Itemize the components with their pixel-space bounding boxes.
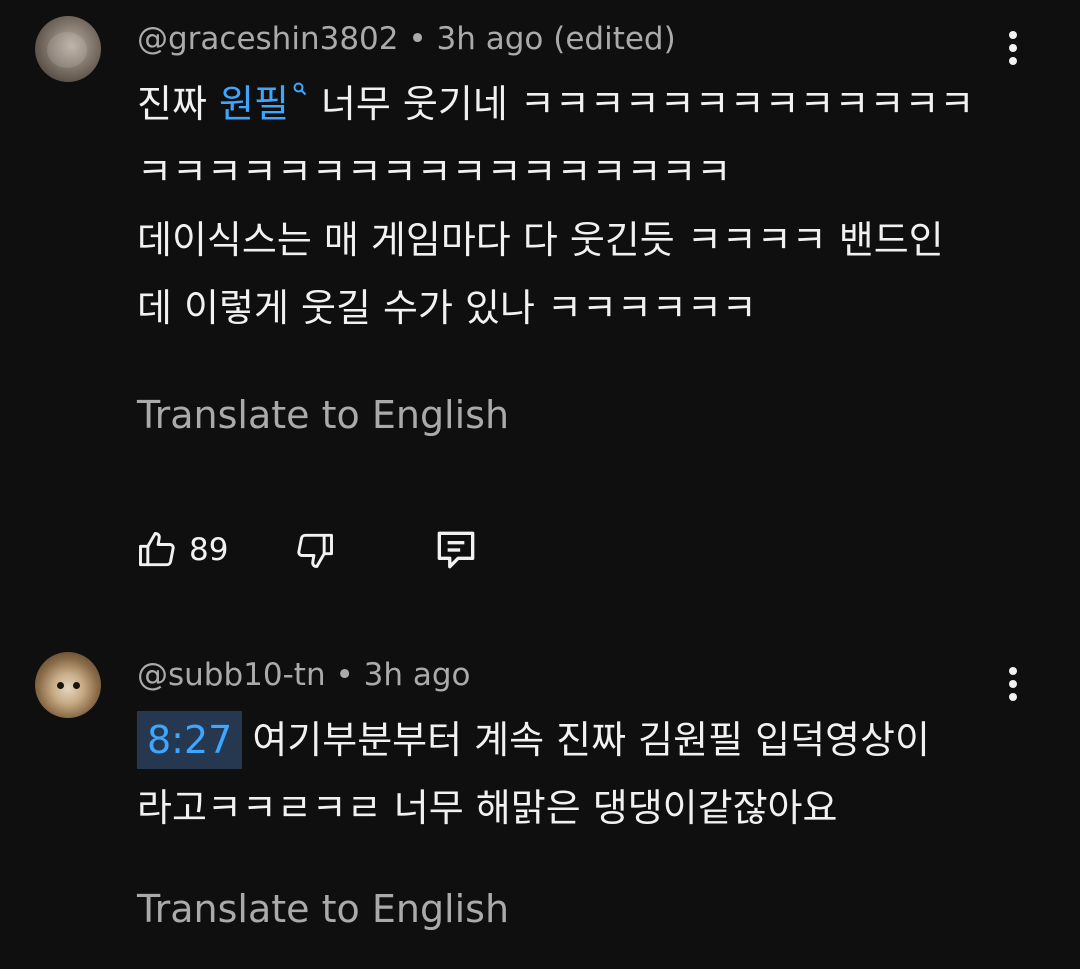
- avatar-highlight: [47, 32, 87, 68]
- comment-actions: 89: [135, 525, 535, 575]
- meta-separator: •: [335, 657, 354, 693]
- more-vertical-icon-dot: [1009, 57, 1017, 65]
- meta-separator: •: [408, 21, 427, 57]
- comment-text-segment: 여기부분부터 계속 진짜 김원필 입덕영상이: [252, 718, 930, 762]
- search-link[interactable]: 원필: [219, 82, 289, 126]
- avatar-eye: [73, 682, 80, 689]
- comment-line: 라고ㅋㅋㄹㅋㄹ 너무 해맑은 댕댕이같잖아요: [137, 786, 838, 830]
- more-vertical-icon-dot: [1009, 680, 1017, 688]
- author-name[interactable]: @graceshin3802: [137, 21, 399, 57]
- more-vertical-icon-dot: [1009, 693, 1017, 701]
- comment-line: ㅋㅋㅋㅋㅋㅋㅋㅋㅋㅋㅋㅋㅋㅋㅋㅋㅋ: [137, 150, 732, 194]
- avatar[interactable]: [35, 16, 101, 82]
- comment-text: 8:27 여기부분부터 계속 진짜 김원필 입덕영상이 라고ㅋㅋㄹㅋㄹ 너무 해맑…: [137, 706, 1017, 842]
- avatar[interactable]: [35, 652, 101, 718]
- dislike-button[interactable]: [293, 525, 337, 575]
- comment-text-segment: 너무 웃기네 ㅋㅋㅋㅋㅋㅋㅋㅋㅋㅋㅋㅋㅋ: [320, 82, 975, 126]
- more-options-button[interactable]: [995, 664, 1031, 704]
- thumbs-down-icon: [297, 533, 333, 568]
- more-options-button[interactable]: [995, 28, 1031, 68]
- comment-text-segment: 진짜: [137, 82, 219, 126]
- comment-line: 데이식스는 매 게임마다 다 웃긴듯 ㅋㅋㅋㅋ 밴드인: [137, 218, 944, 262]
- more-vertical-icon: [1009, 31, 1017, 39]
- comment-line: 진짜 원필 너무 웃기네 ㅋㅋㅋㅋㅋㅋㅋㅋㅋㅋㅋㅋㅋ: [137, 70, 1017, 138]
- comment-2: @subb10-tn • 3h ago 8:27 여기부분부터 계속 진짜 김원필…: [0, 640, 1080, 969]
- comment-reply-icon: [437, 531, 475, 569]
- comment-meta: @subb10-tn • 3h ago: [137, 660, 470, 691]
- comment-text: 진짜 원필 너무 웃기네 ㅋㅋㅋㅋㅋㅋㅋㅋㅋㅋㅋㅋㅋ ㅋㅋㅋㅋㅋㅋㅋㅋㅋㅋㅋㅋㅋㅋ…: [137, 70, 1017, 342]
- avatar-eye: [57, 682, 64, 689]
- timestamp-link[interactable]: 8:27: [137, 711, 243, 769]
- translate-button[interactable]: Translate to English: [137, 890, 509, 928]
- translate-button[interactable]: Translate to English: [137, 396, 509, 434]
- comment-meta: @graceshin3802 • 3h ago (edited): [137, 24, 676, 55]
- search-icon: [293, 82, 307, 96]
- more-vertical-icon-dot: [1009, 44, 1017, 52]
- like-button[interactable]: 89: [135, 525, 228, 575]
- comment-time: 3h ago (edited): [436, 21, 676, 57]
- comment-line: 8:27 여기부분부터 계속 진짜 김원필 입덕영상이: [137, 706, 1017, 774]
- like-count: 89: [189, 532, 229, 568]
- comment-line: 데 이렇게 웃길 수가 있나 ㅋㅋㅋㅋㅋㅋ: [137, 286, 757, 330]
- more-vertical-icon: [1009, 667, 1017, 675]
- author-name[interactable]: @subb10-tn: [137, 657, 326, 693]
- thumbs-up-icon: [139, 532, 175, 567]
- comment-1: @graceshin3802 • 3h ago (edited) 진짜 원필 너무…: [0, 0, 1080, 600]
- reply-button[interactable]: [431, 525, 481, 575]
- comment-time: 3h ago: [363, 657, 471, 693]
